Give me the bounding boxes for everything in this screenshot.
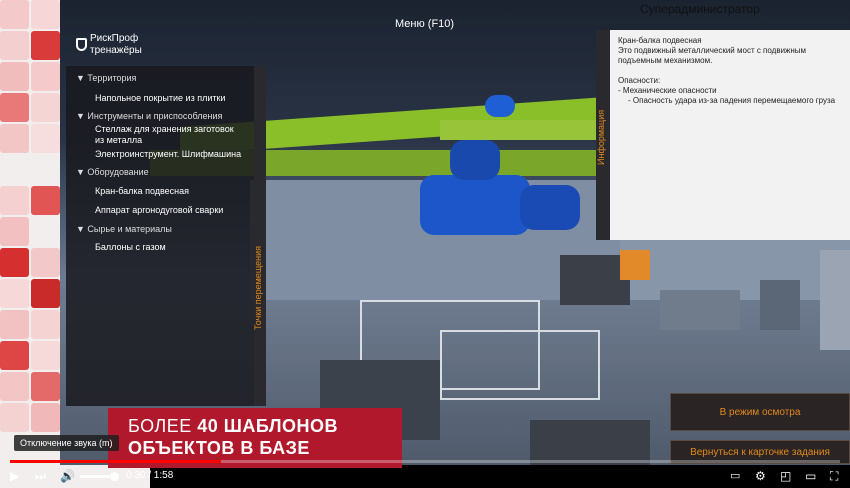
hazard-item: - Механические опасности [618, 86, 717, 95]
volume-knob[interactable] [110, 472, 119, 481]
logo-text: РискПроф тренажёры [90, 33, 142, 57]
player-controls: ▶ ⏭ 🔊 0:30 / 1:58 ▭ ⚙ ◰ ▭ ⛶ [0, 464, 850, 488]
subtitles-icon[interactable]: ▭ [730, 468, 740, 484]
information-panel: Кран-балка подвесная Это подвижный метал… [610, 30, 850, 240]
category-tools[interactable]: ▼ Инструменты и приспособления [76, 111, 222, 121]
teleport-points-tab-label: Точки перемещения [253, 245, 263, 330]
settings-gear-icon[interactable]: ⚙ [755, 468, 766, 484]
promo-line-2: ОБЪЕКТОВ В БАЗЕ [128, 438, 310, 458]
promo-line-1b: 40 ШАБЛОНОВ [197, 416, 338, 436]
category-equipment[interactable]: ▼ Оборудование [76, 167, 149, 177]
inspect-mode-button[interactable]: В режим осмотра [670, 393, 850, 431]
information-tab-label: Информация [596, 109, 606, 165]
volume-icon[interactable]: 🔊 [60, 468, 75, 484]
logo-line-2: тренажёры [90, 45, 142, 56]
promo-line-1a: БОЛЕЕ [128, 416, 198, 436]
list-item[interactable]: Напольное покрытие из плитки [95, 93, 245, 104]
list-item[interactable]: Баллоны с газом [95, 242, 245, 253]
hazard-item: - Опасность удара из-за падения перемеща… [628, 96, 836, 105]
time-display: 0:30 / 1:58 [126, 470, 174, 481]
fullscreen-icon[interactable]: ⛶ [830, 468, 838, 484]
next-icon[interactable]: ⏭ [35, 468, 46, 484]
category-materials[interactable]: ▼ Сырье и материалы [76, 224, 172, 234]
teleport-points-tab[interactable] [254, 66, 266, 406]
logo-line-1: РискПроф [90, 33, 139, 44]
list-item[interactable]: Кран-балка подвесная [95, 186, 245, 197]
mute-tooltip: Отключение звука (m) [14, 435, 119, 451]
hazards-title: Опасности: [618, 76, 661, 85]
riskprof-logo-icon [76, 38, 87, 51]
list-item[interactable]: Аппарат аргонодуговой сварки [95, 205, 245, 216]
progress-bar[interactable] [10, 460, 840, 463]
category-territory[interactable]: ▼ Территория [76, 73, 136, 83]
theater-mode-icon[interactable]: ▭ [805, 468, 816, 484]
volume-slider[interactable] [80, 475, 114, 478]
info-description: Это подвижный металлический мост с подви… [618, 46, 807, 65]
list-item[interactable]: Электроинструмент. Шлифмашина [95, 149, 245, 160]
user-role-label: Суперадминистратор [640, 2, 760, 16]
promo-banner: БОЛЕЕ 40 ШАБЛОНОВ ОБЪЕКТОВ В БАЗЕ [108, 408, 402, 468]
miniplayer-icon[interactable]: ◰ [780, 468, 791, 484]
play-icon[interactable]: ▶ [10, 468, 19, 484]
list-item[interactable]: Стеллаж для хранения заготовок из металл… [95, 124, 245, 146]
info-title: Кран-балка подвесная [618, 36, 702, 45]
progress-bar-fill [10, 460, 221, 463]
menu-button[interactable]: Меню (F10) [395, 18, 454, 30]
